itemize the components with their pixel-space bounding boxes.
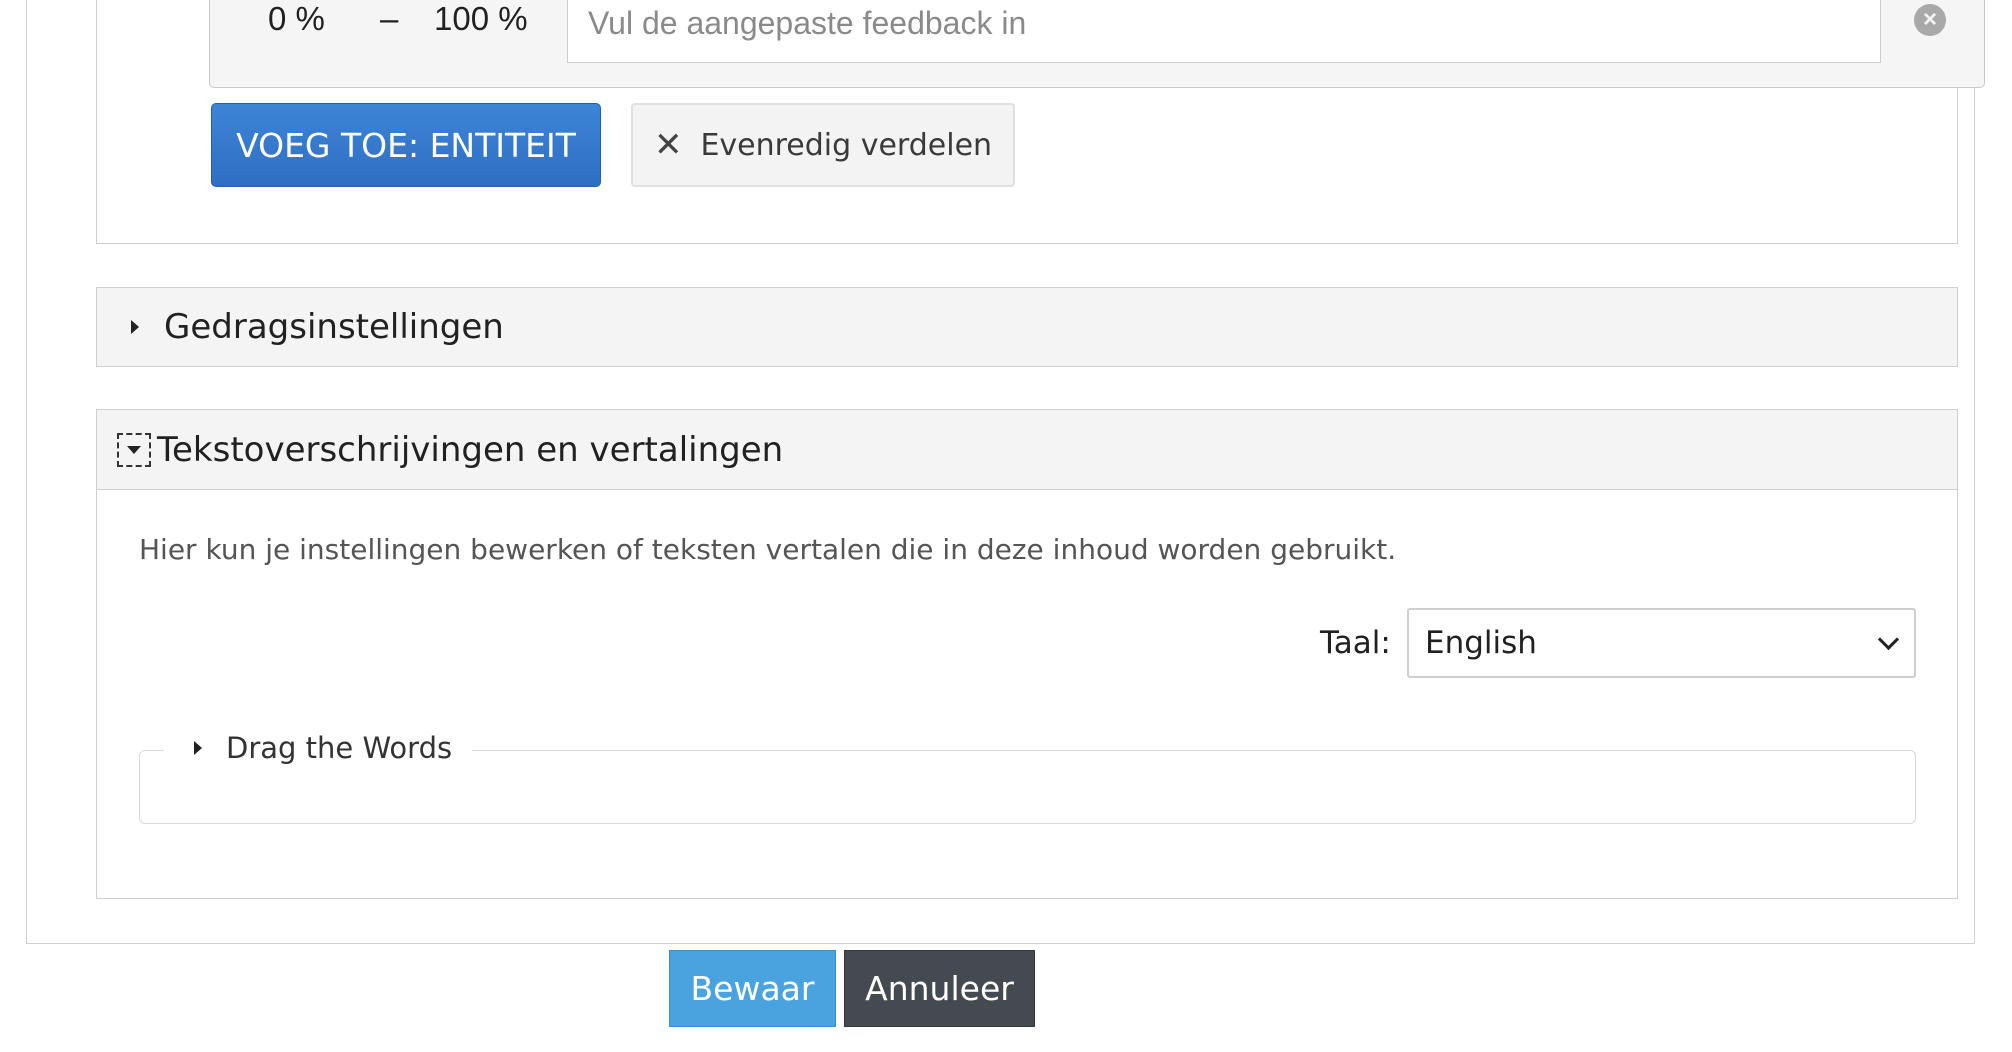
remove-range-icon[interactable]: × bbox=[1914, 4, 1946, 36]
feedback-text-input[interactable] bbox=[567, 0, 1881, 63]
add-entity-button[interactable]: VOEG TOE: ENTITEIT bbox=[211, 103, 601, 187]
feedback-entity-box: 0 % – 100 % × VOEG TOE: ENTITEIT ✕ Evenr… bbox=[96, 0, 1985, 244]
drag-the-words-toggle[interactable]: Drag the Words bbox=[164, 731, 473, 765]
text-overrides-description: Hier kun je instellingen bewerken of tek… bbox=[139, 533, 1397, 566]
feedback-range-row: 0 % – 100 % × bbox=[209, 0, 1985, 88]
drag-the-words-fieldset: Drag the Words bbox=[139, 731, 1916, 824]
cancel-button[interactable]: Annuleer bbox=[844, 950, 1035, 1027]
caret-right-icon bbox=[131, 320, 139, 334]
chevron-down-icon bbox=[1877, 628, 1900, 650]
language-label: Taal: bbox=[1320, 625, 1391, 661]
range-from-value: 0 % bbox=[268, 0, 325, 37]
text-overrides-header[interactable]: Tekstoverschrijvingen en vertalingen bbox=[97, 410, 1957, 490]
behaviour-settings-header[interactable]: Gedragsinstellingen bbox=[96, 287, 1958, 367]
close-icon: ✕ bbox=[653, 125, 683, 165]
range-separator: – bbox=[380, 0, 399, 37]
drag-the-words-title: Drag the Words bbox=[226, 731, 453, 765]
caret-right-icon bbox=[194, 741, 202, 755]
expand-toggle[interactable] bbox=[117, 432, 151, 467]
language-select[interactable]: English bbox=[1407, 608, 1916, 678]
save-button[interactable]: Bewaar bbox=[669, 950, 836, 1027]
distribute-evenly-label: Evenredig verdelen bbox=[700, 127, 993, 163]
behaviour-settings-title: Gedragsinstellingen bbox=[164, 307, 504, 347]
text-overrides-title: Tekstoverschrijvingen en vertalingen bbox=[157, 429, 784, 470]
language-select-value: English bbox=[1425, 625, 1537, 661]
range-to-value: 100 % bbox=[434, 0, 528, 37]
distribute-evenly-button[interactable]: ✕ Evenredig verdelen bbox=[631, 103, 1015, 187]
text-overrides-group: Tekstoverschrijvingen en vertalingen Hie… bbox=[96, 409, 1958, 899]
caret-down-icon bbox=[127, 445, 141, 454]
editor-panel: 0 % – 100 % × VOEG TOE: ENTITEIT ✕ Evenr… bbox=[26, 0, 1985, 944]
